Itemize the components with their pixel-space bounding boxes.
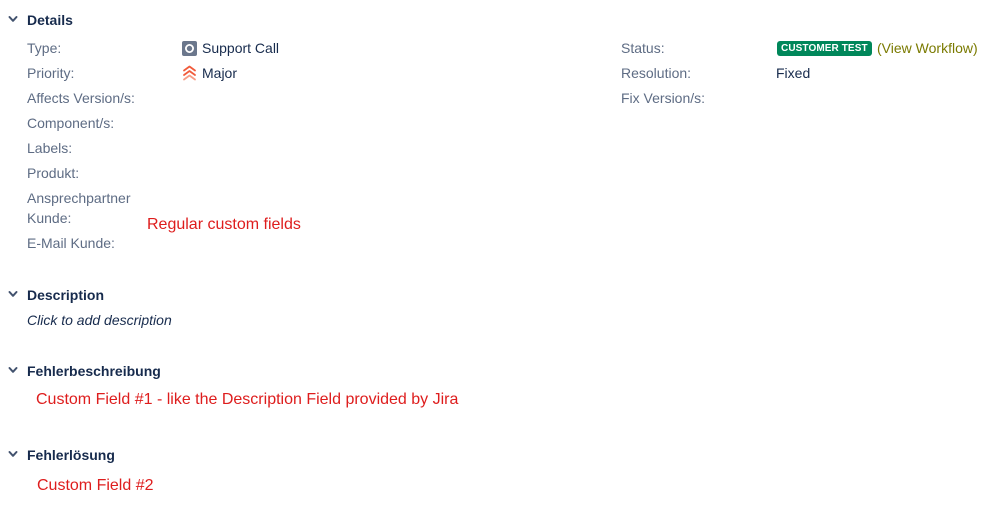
description-placeholder[interactable]: Click to add description [27, 312, 172, 328]
section-title-fehlerbeschreibung[interactable]: Fehlerbeschreibung [27, 363, 161, 379]
annotation-custom-field-1: Custom Field #1 - like the Description F… [36, 391, 459, 408]
annotation-regular-custom-fields: Regular custom fields [147, 216, 301, 233]
ansprechpartner-label-line1: Ansprechpartner [27, 190, 131, 206]
status-label: Status: [621, 40, 665, 56]
chevron-down-icon[interactable] [7, 364, 21, 378]
type-value[interactable]: Support Call [202, 40, 279, 56]
produkt-label: Produkt: [27, 165, 80, 181]
view-workflow-link[interactable]: View Workflow [882, 40, 973, 56]
chevron-down-icon[interactable] [7, 13, 21, 27]
section-title-details[interactable]: Details [27, 12, 73, 28]
chevron-down-icon[interactable] [7, 448, 21, 462]
support-call-icon [182, 41, 197, 59]
priority-label: Priority: [27, 65, 75, 81]
components-label: Component/s: [27, 115, 115, 131]
type-label: Type: [27, 40, 62, 56]
priority-value[interactable]: Major [202, 65, 237, 81]
ansprechpartner-label-line2: Kunde: [27, 210, 72, 226]
section-title-description[interactable]: Description [27, 287, 104, 303]
view-workflow[interactable]: (View Workflow) [877, 40, 978, 56]
email-kunde-label: E-Mail Kunde: [27, 235, 115, 251]
affects-version-label: Affects Version/s: [27, 90, 135, 106]
annotation-custom-field-2: Custom Field #2 [37, 477, 154, 494]
status-badge: CUSTOMER TEST [777, 41, 872, 56]
workflow-close-paren: ) [972, 40, 978, 56]
labels-label: Labels: [27, 140, 73, 156]
resolution-label: Resolution: [621, 65, 692, 81]
resolution-value: Fixed [776, 65, 811, 81]
priority-major-icon [182, 65, 197, 84]
chevron-down-icon[interactable] [7, 288, 21, 302]
section-title-fehlerloesung[interactable]: Fehlerlösung [27, 447, 115, 463]
fix-version-label: Fix Version/s: [621, 90, 706, 106]
